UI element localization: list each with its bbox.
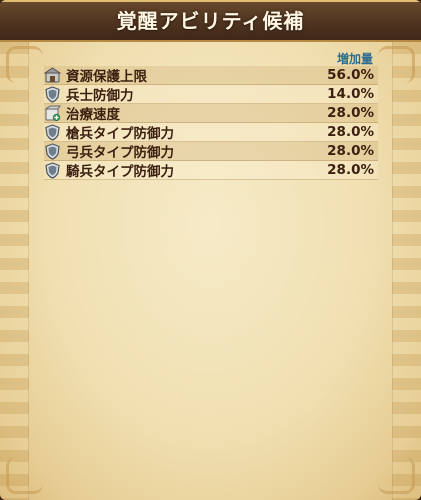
shield-icon	[44, 142, 61, 160]
warehouse-icon	[44, 66, 61, 84]
shield-icon	[44, 161, 61, 179]
ornament-corner	[6, 457, 43, 494]
ability-value: 28.0%	[327, 162, 374, 178]
ornament-corner	[378, 46, 415, 83]
ability-name: 弓兵タイプ防御力	[66, 145, 174, 161]
ability-value: 56.0%	[327, 67, 374, 83]
ability-list: 資源保護上限 56.0% 兵士防御力 14.0% 治療速度 28.0% 槍兵タイ…	[44, 66, 378, 180]
list-item: 治療速度 28.0%	[44, 104, 378, 123]
ability-name: 騎兵タイプ防御力	[66, 164, 174, 180]
ability-value: 28.0%	[327, 143, 374, 159]
ornament-corner	[6, 46, 43, 83]
list-item: 騎兵タイプ防御力 28.0%	[44, 161, 378, 180]
ability-value: 28.0%	[327, 105, 374, 121]
paper-edge-left	[0, 42, 29, 500]
ability-value: 14.0%	[327, 86, 374, 102]
ability-name: 槍兵タイプ防御力	[66, 126, 174, 142]
list-item: 資源保護上限 56.0%	[44, 66, 378, 85]
list-item: 弓兵タイプ防御力 28.0%	[44, 142, 378, 161]
paper-edge-right	[392, 42, 421, 500]
healing-box-icon	[44, 105, 61, 122]
list-item: 兵士防御力 14.0%	[44, 85, 378, 104]
shield-icon	[44, 85, 61, 103]
panel-header: 覚醒アビリティ候補	[0, 0, 421, 42]
ability-candidates-panel: 覚醒アビリティ候補 増加量 資源保護上限 56.0% 兵士防御力 14.0% 治…	[0, 0, 421, 500]
list-item: 槍兵タイプ防御力 28.0%	[44, 123, 378, 142]
ability-name: 兵士防御力	[66, 88, 134, 104]
shield-icon	[44, 123, 61, 141]
ability-name: 資源保護上限	[66, 69, 147, 85]
panel-title: 覚醒アビリティ候補	[116, 9, 305, 33]
ornament-corner	[378, 457, 415, 494]
ability-value: 28.0%	[327, 124, 374, 140]
ability-name: 治療速度	[66, 107, 120, 123]
column-header-increase: 増加量	[336, 52, 373, 66]
